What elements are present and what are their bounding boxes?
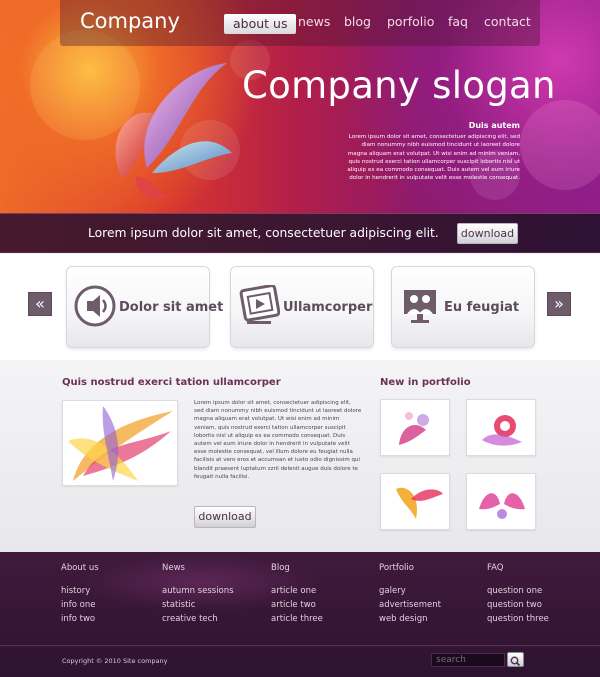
nav-item-faq[interactable]: faq [448, 14, 468, 34]
nav-item-about-us[interactable]: about us [224, 14, 297, 34]
article-title: Quis nostrud exerci tation ullamcorper [62, 377, 281, 388]
portfolio-thumbnail[interactable] [466, 399, 536, 456]
promo-banner: Lorem ipsum dolor sit amet, consectetuer… [0, 213, 600, 253]
footer-link[interactable]: info two [61, 612, 99, 626]
footer-link[interactable]: article one [271, 584, 323, 598]
feature-card[interactable]: Ullamcorper [230, 266, 374, 348]
banner-download-button[interactable]: download [457, 223, 518, 244]
video-play-icon [239, 285, 280, 324]
footer-heading: About us [61, 563, 99, 573]
copyright-text: Copyright © 2010 Site company [62, 657, 168, 665]
article-image [62, 400, 178, 486]
portfolio-title: New in portfolio [380, 377, 471, 388]
nav-item-porfolio[interactable]: porfolio [387, 14, 434, 34]
site-footer: About us history info one info two News … [0, 552, 600, 677]
carousel-next-button[interactable]: » [547, 292, 571, 316]
footer-link[interactable]: autumn sessions [162, 584, 234, 598]
footer-column-about-us: About us history info one info two [61, 563, 99, 626]
nav-link[interactable]: contact [484, 14, 531, 34]
search-input[interactable]: search [431, 653, 505, 667]
footer-column-portfolio: Portfolio galery advertisement web desig… [379, 563, 441, 626]
footer-link[interactable]: article two [271, 598, 323, 612]
footer-link[interactable]: info one [61, 598, 99, 612]
nav-item-contact[interactable]: contact [484, 14, 531, 34]
hero-subtitle: Duis autem [468, 121, 520, 130]
search-button[interactable] [507, 652, 524, 667]
banner-text: Lorem ipsum dolor sit amet, consectetuer… [88, 226, 439, 240]
feature-carousel: « Dolor sit amet Ullamcorper Eu feugiat [0, 254, 600, 360]
search-icon [510, 656, 521, 667]
abstract-flower-graphic [115, 63, 232, 199]
users-screen-icon [404, 290, 436, 323]
hero-slogan: Company slogan [242, 64, 556, 107]
article-download-button[interactable]: download [194, 506, 256, 528]
nav-item-news[interactable]: news [298, 14, 330, 34]
nav-link[interactable]: faq [448, 14, 468, 34]
footer-link[interactable]: advertisement [379, 598, 441, 612]
footer-link[interactable]: question three [487, 612, 549, 626]
nav-item-blog[interactable]: blog [344, 14, 371, 34]
hero-paragraph: Lorem ipsum dolor sit amet, consectetuer… [347, 134, 520, 182]
footer-link[interactable]: question one [487, 584, 549, 598]
feature-card-label: Dolor sit amet [119, 300, 224, 315]
feature-card[interactable]: Eu feugiat [391, 266, 535, 348]
footer-link[interactable]: galery [379, 584, 441, 598]
footer-link[interactable]: article three [271, 612, 323, 626]
footer-link[interactable]: creative tech [162, 612, 234, 626]
nav-link[interactable]: blog [344, 14, 371, 34]
footer-divider [0, 645, 600, 646]
footer-heading: News [162, 563, 185, 573]
portfolio-thumbnail[interactable] [380, 399, 450, 456]
footer-link[interactable]: statistic [162, 598, 234, 612]
main-content: Quis nostrud exerci tation ullamcorper L… [0, 360, 600, 552]
brand-logo[interactable]: Company [80, 9, 180, 33]
footer-column-faq: FAQ question one question two question t… [487, 563, 549, 626]
hero-section: Company about us news blog porfolio faq … [0, 0, 600, 213]
carousel-prev-button[interactable]: « [28, 292, 52, 316]
feature-card-label: Ullamcorper [283, 300, 373, 315]
article-paragraph: Lorem ipsum dolor sit amet, consectetuer… [194, 400, 362, 480]
nav-link[interactable]: porfolio [387, 14, 434, 34]
bokeh-circle [520, 100, 600, 190]
footer-heading: Blog [271, 563, 290, 573]
footer-link[interactable]: history [61, 584, 99, 598]
footer-heading: FAQ [487, 563, 504, 573]
footer-column-news: News autumn sessions statistic creative … [162, 563, 234, 626]
portfolio-thumbnail[interactable] [380, 473, 450, 530]
feature-card[interactable]: Dolor sit amet [66, 266, 223, 348]
nav-link[interactable]: news [298, 14, 330, 34]
nav-link[interactable]: about us [224, 14, 297, 34]
abstract-artwork [63, 401, 177, 485]
footer-link[interactable]: question two [487, 598, 549, 612]
footer-column-blog: Blog article one article two article thr… [271, 563, 323, 626]
footer-link[interactable]: web design [379, 612, 441, 626]
speaker-icon [74, 285, 116, 327]
footer-heading: Portfolio [379, 563, 414, 573]
portfolio-thumbnail[interactable] [466, 473, 536, 530]
feature-card-label: Eu feugiat [444, 300, 520, 315]
